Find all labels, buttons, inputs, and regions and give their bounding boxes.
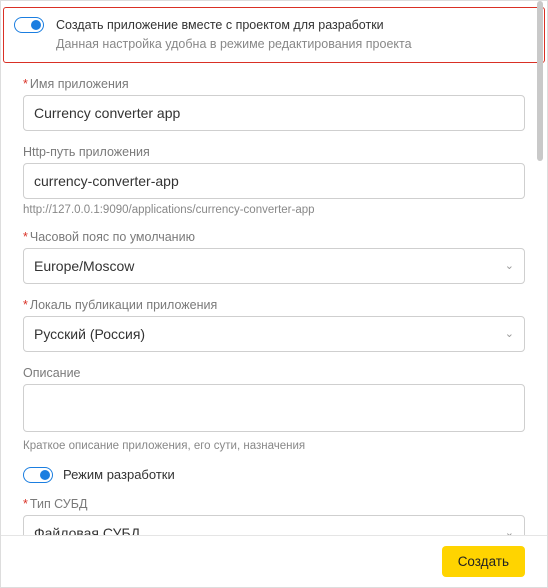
label-timezone: *Часовой пояс по умолчанию — [23, 230, 525, 244]
field-http-path: Http-путь приложения http://127.0.0.1:90… — [23, 145, 525, 216]
select-timezone[interactable]: Europe/Moscow ⌄ — [23, 248, 525, 284]
label-locale: *Локаль публикации приложения — [23, 298, 525, 312]
scrollbar-thumb[interactable] — [537, 1, 543, 161]
callout-title: Создать приложение вместе с проектом для… — [56, 16, 534, 35]
app-form: *Имя приложения Http-путь приложения htt… — [1, 77, 547, 551]
select-locale-value: Русский (Россия) — [34, 326, 145, 342]
http-path-preview: http://127.0.0.1:9090/applications/curre… — [23, 204, 525, 216]
toggle-knob — [31, 20, 41, 30]
label-dev-mode: Режим разработки — [63, 467, 175, 482]
label-description: Описание — [23, 366, 525, 380]
label-http-path: Http-путь приложения — [23, 145, 525, 159]
helper-description: Краткое описание приложения, его сути, н… — [23, 440, 525, 452]
label-db-type: *Тип СУБД — [23, 497, 525, 511]
textarea-description[interactable] — [23, 384, 525, 432]
dev-mode-toggle[interactable] — [23, 467, 53, 483]
select-locale[interactable]: Русский (Россия) ⌄ — [23, 316, 525, 352]
footer: Создать — [1, 535, 547, 587]
submit-button[interactable]: Создать — [442, 546, 525, 577]
chevron-down-icon: ⌄ — [505, 327, 514, 340]
create-with-project-toggle[interactable] — [14, 17, 44, 33]
callout-subtitle: Данная настройка удобна в режиме редакти… — [56, 35, 534, 54]
input-http-path[interactable] — [23, 163, 525, 199]
field-description: Описание Краткое описание приложения, ег… — [23, 366, 525, 452]
create-with-project-callout: Создать приложение вместе с проектом для… — [3, 7, 545, 63]
label-app-name: *Имя приложения — [23, 77, 525, 91]
field-timezone: *Часовой пояс по умолчанию Europe/Moscow… — [23, 230, 525, 284]
chevron-down-icon: ⌄ — [505, 259, 514, 272]
callout-text: Создать приложение вместе с проектом для… — [56, 16, 534, 54]
select-timezone-value: Europe/Moscow — [34, 258, 134, 274]
field-app-name: *Имя приложения — [23, 77, 525, 131]
scrollbar-track[interactable] — [536, 1, 546, 527]
input-app-name[interactable] — [23, 95, 525, 131]
field-dev-mode: Режим разработки — [23, 466, 525, 483]
field-locale: *Локаль публикации приложения Русский (Р… — [23, 298, 525, 352]
toggle-knob — [40, 470, 50, 480]
